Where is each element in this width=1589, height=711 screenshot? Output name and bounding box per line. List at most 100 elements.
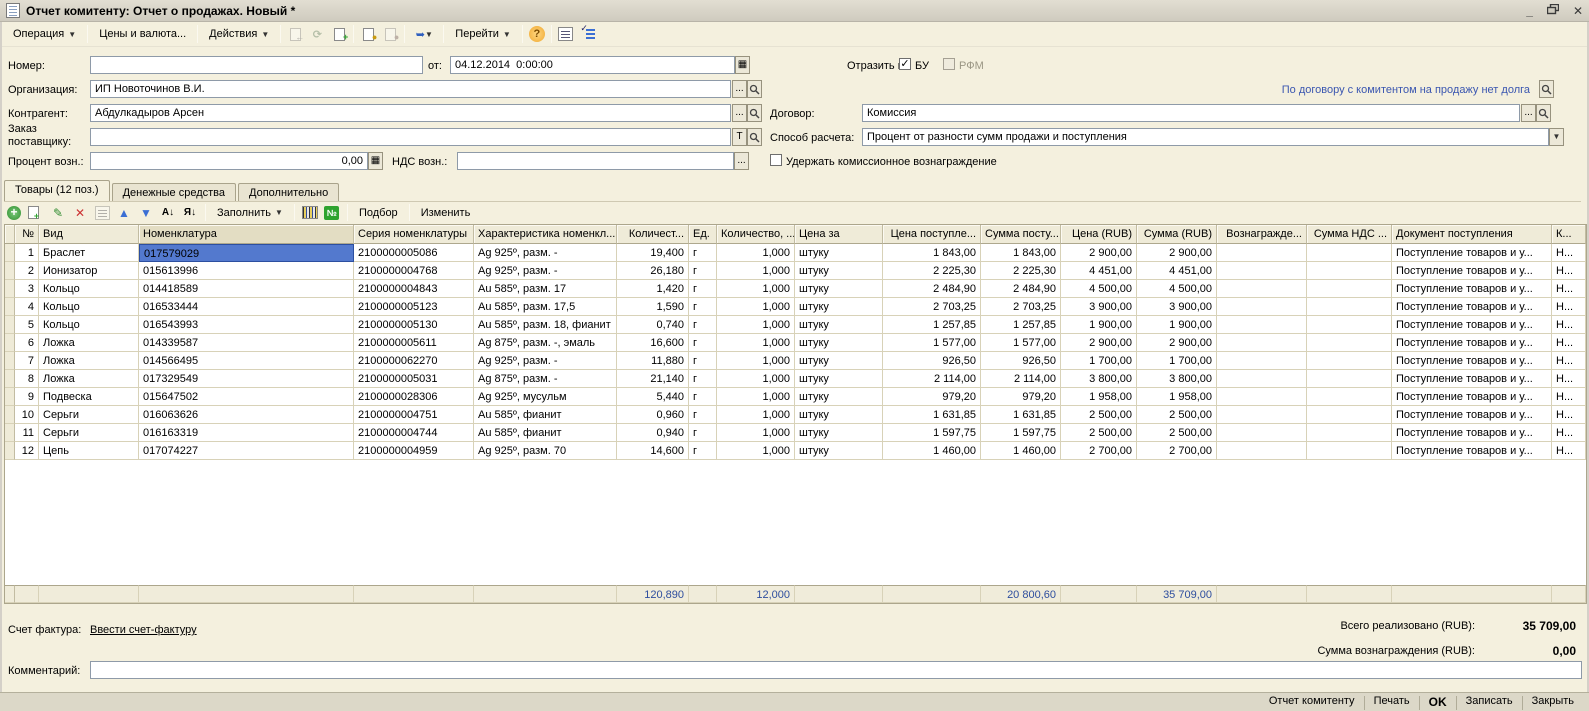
table-cell[interactable]: 2 114,00: [883, 370, 981, 388]
table-cell[interactable]: г: [689, 298, 717, 316]
table-cell[interactable]: 2 900,00: [1061, 244, 1137, 262]
table-cell[interactable]: Au 585º, разм. 17: [474, 280, 617, 298]
table-cell[interactable]: Поступление товаров и у...: [1392, 352, 1552, 370]
table-cell[interactable]: 4 500,00: [1137, 280, 1217, 298]
table-cell[interactable]: 19,400: [617, 244, 689, 262]
print-button[interactable]: Печать: [1365, 694, 1419, 708]
table-cell[interactable]: [5, 298, 15, 316]
table-cell[interactable]: 2 484,90: [981, 280, 1061, 298]
table-cell[interactable]: [1217, 406, 1307, 424]
table-cell[interactable]: 2 700,00: [1137, 442, 1217, 460]
table-cell[interactable]: штуку: [795, 244, 883, 262]
table-cell[interactable]: 0,940: [617, 424, 689, 442]
counterparty-ellipsis-button[interactable]: ...: [732, 104, 747, 122]
table-cell[interactable]: г: [689, 244, 717, 262]
header-cell[interactable]: К...: [1552, 225, 1586, 244]
table-cell[interactable]: 4: [15, 298, 39, 316]
edit-row-button[interactable]: ✎: [48, 203, 68, 222]
table-cell[interactable]: 12: [15, 442, 39, 460]
table-cell[interactable]: Серьги: [39, 424, 139, 442]
table-cell[interactable]: [5, 352, 15, 370]
table-cell[interactable]: [1217, 370, 1307, 388]
table-cell[interactable]: штуку: [795, 280, 883, 298]
committent-report-button[interactable]: Отчет комитенту: [1260, 694, 1364, 708]
sort-asc-button[interactable]: А↓: [158, 203, 178, 222]
table-cell[interactable]: Au 585º, разм. 18, фианит: [474, 316, 617, 334]
table-cell[interactable]: 2100000005123: [354, 298, 474, 316]
counterparty-input[interactable]: [90, 104, 731, 122]
table-cell[interactable]: Ag 925º, разм. 70: [474, 442, 617, 460]
table-cell[interactable]: 16,600: [617, 334, 689, 352]
table-cell[interactable]: Поступление товаров и у...: [1392, 262, 1552, 280]
table-cell[interactable]: штуку: [795, 388, 883, 406]
close-document-button[interactable]: Закрыть: [1523, 694, 1583, 708]
table-cell[interactable]: 979,20: [883, 388, 981, 406]
table-cell[interactable]: 7: [15, 352, 39, 370]
table-cell[interactable]: 017074227: [139, 442, 354, 460]
save-button[interactable]: ➥▼: [408, 24, 440, 44]
table-cell[interactable]: 2 500,00: [1137, 406, 1217, 424]
table-cell[interactable]: Ag 925º, мусульм: [474, 388, 617, 406]
table-cell[interactable]: 0,960: [617, 406, 689, 424]
table-cell[interactable]: штуку: [795, 316, 883, 334]
table-cell[interactable]: Поступление товаров и у...: [1392, 244, 1552, 262]
table-cell[interactable]: 1 900,00: [1137, 316, 1217, 334]
table-cell[interactable]: 3: [15, 280, 39, 298]
table-cell[interactable]: г: [689, 262, 717, 280]
table-cell[interactable]: 2: [15, 262, 39, 280]
header-cell[interactable]: Сумма НДС ...: [1307, 225, 1392, 244]
table-cell[interactable]: 21,140: [617, 370, 689, 388]
table-cell[interactable]: штуку: [795, 262, 883, 280]
vat-input[interactable]: [457, 152, 734, 170]
table-cell[interactable]: 1 631,85: [981, 406, 1061, 424]
table-cell[interactable]: [1217, 244, 1307, 262]
table-cell[interactable]: [1307, 280, 1392, 298]
header-cell[interactable]: Документ поступления: [1392, 225, 1552, 244]
change-button[interactable]: Изменить: [415, 205, 477, 221]
close-button[interactable]: ✕: [1573, 5, 1583, 17]
table-cell[interactable]: штуку: [795, 370, 883, 388]
table-cell[interactable]: 979,20: [981, 388, 1061, 406]
table-cell[interactable]: 0,740: [617, 316, 689, 334]
table-cell[interactable]: 1,000: [717, 352, 795, 370]
table-cell[interactable]: Серьги: [39, 406, 139, 424]
table-cell[interactable]: Н...: [1552, 334, 1586, 352]
table-cell[interactable]: Н...: [1552, 352, 1586, 370]
table-cell[interactable]: 2100000028306: [354, 388, 474, 406]
calculator-button[interactable]: ▦: [368, 152, 383, 170]
table-cell[interactable]: 014566495: [139, 352, 354, 370]
table-cell[interactable]: [1217, 280, 1307, 298]
table-cell[interactable]: 8: [15, 370, 39, 388]
help-button[interactable]: ?: [526, 24, 548, 44]
table-cell[interactable]: Au 585º, фианит: [474, 424, 617, 442]
table-cell[interactable]: 2100000005086: [354, 244, 474, 262]
table-cell[interactable]: 4 451,00: [1137, 262, 1217, 280]
organization-lookup-button[interactable]: [747, 80, 762, 98]
table-cell[interactable]: г: [689, 388, 717, 406]
comment-input[interactable]: [90, 661, 1582, 679]
copy-row-button[interactable]: +: [26, 203, 46, 222]
table-cell[interactable]: 5: [15, 316, 39, 334]
table-cell[interactable]: [5, 262, 15, 280]
table-cell[interactable]: Поступление товаров и у...: [1392, 406, 1552, 424]
table-cell[interactable]: Ag 875º, разм. -, эмаль: [474, 334, 617, 352]
withhold-checkbox[interactable]: [770, 154, 782, 166]
table-cell[interactable]: 4 500,00: [1061, 280, 1137, 298]
table-cell[interactable]: 11: [15, 424, 39, 442]
goto-menu[interactable]: Перейти▼: [447, 24, 519, 44]
table-cell[interactable]: 2 225,30: [883, 262, 981, 280]
form-settings-button[interactable]: [577, 24, 599, 44]
table-cell[interactable]: 1,000: [717, 244, 795, 262]
table-cell[interactable]: [1217, 316, 1307, 334]
move-up-button[interactable]: ▲: [114, 203, 134, 222]
table-cell[interactable]: 1,000: [717, 280, 795, 298]
restore-button[interactable]: [1547, 4, 1559, 17]
table-cell[interactable]: [1307, 370, 1392, 388]
table-cell[interactable]: 1 958,00: [1061, 388, 1137, 406]
table-cell[interactable]: 2 703,25: [981, 298, 1061, 316]
contract-lookup-button[interactable]: [1536, 104, 1551, 122]
table-cell[interactable]: Ложка: [39, 370, 139, 388]
table-cell[interactable]: 2 900,00: [1137, 334, 1217, 352]
table-cell[interactable]: 2100000004843: [354, 280, 474, 298]
table-cell[interactable]: Браслет: [39, 244, 139, 262]
